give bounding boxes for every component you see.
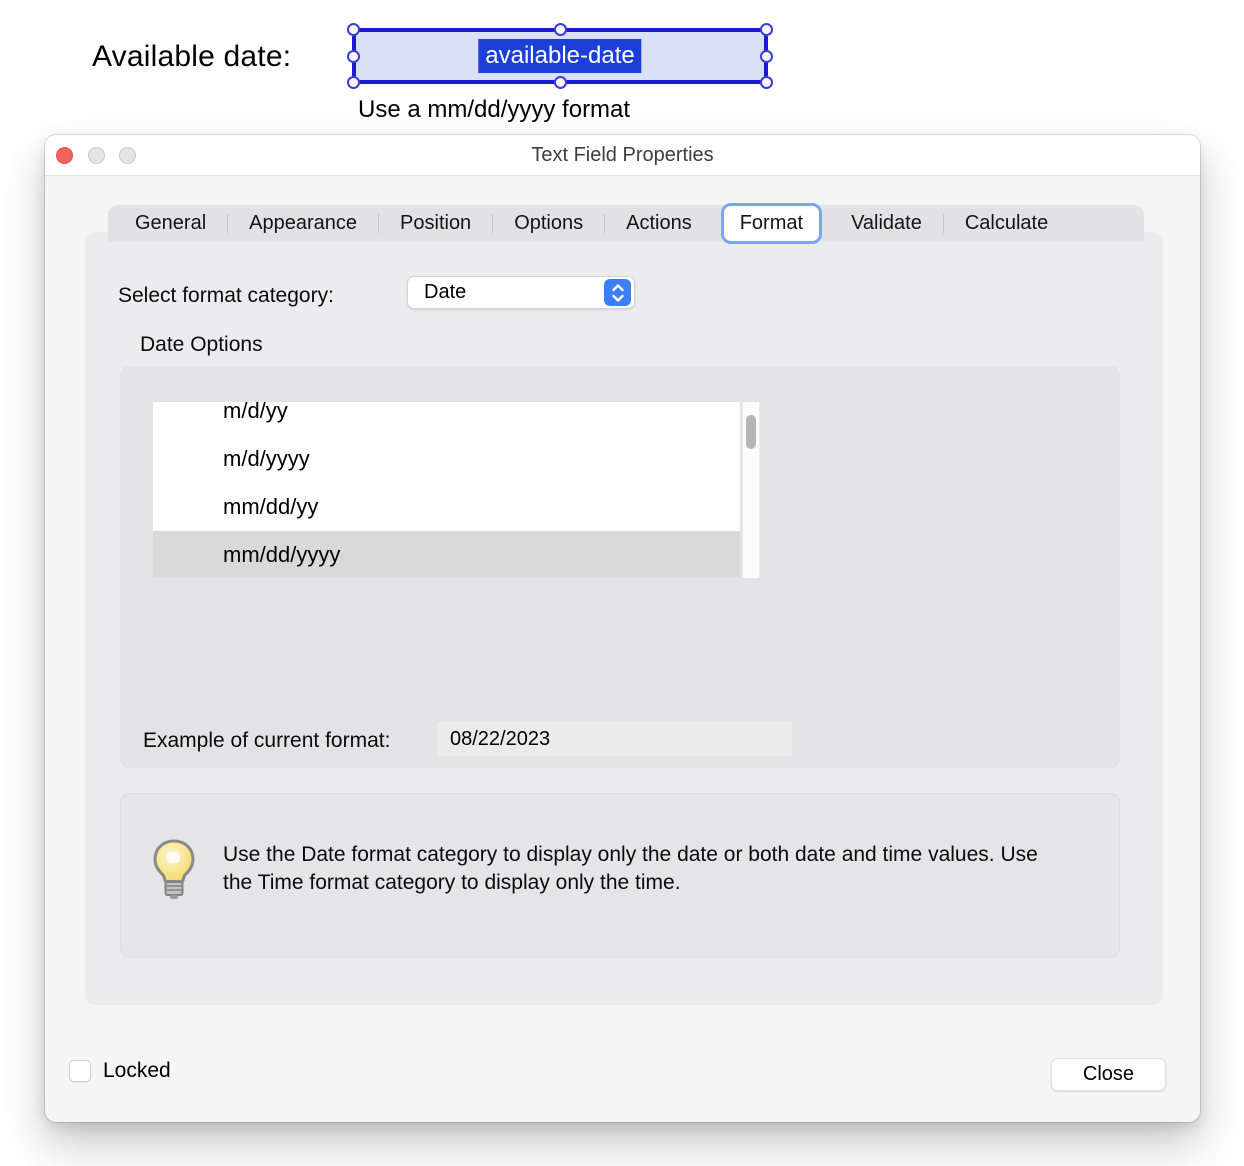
tab-position[interactable]: Position: [379, 205, 492, 242]
date-options-title: Date Options: [140, 333, 263, 357]
pdf-form-field[interactable]: available-date: [352, 28, 768, 84]
example-format-value: 08/22/2023: [437, 728, 550, 751]
selection-handle[interactable]: [760, 76, 773, 89]
example-format-label: Example of current format:: [143, 729, 390, 753]
dialog-titlebar[interactable]: Text Field Properties: [45, 135, 1200, 176]
info-text: Use the Date format category to display …: [223, 841, 1053, 897]
selection-handle[interactable]: [347, 23, 360, 36]
selection-handle[interactable]: [554, 76, 567, 89]
list-item-selected[interactable]: mm/dd/yyyy: [153, 531, 740, 578]
pdf-field-hint: Use a mm/dd/yyyy format: [358, 96, 630, 124]
dialog-title: Text Field Properties: [45, 135, 1200, 176]
selection-handle[interactable]: [347, 76, 360, 89]
list-item[interactable]: m/d/yyyy: [153, 435, 740, 483]
info-box: Use the Date format category to display …: [120, 793, 1120, 958]
example-format-field: 08/22/2023: [437, 722, 792, 756]
list-item[interactable]: mm/dd/yy: [153, 483, 740, 531]
tab-validate[interactable]: Validate: [830, 205, 943, 242]
format-category-value: Date: [408, 281, 604, 304]
tab-format[interactable]: Format: [721, 203, 822, 244]
pdf-field-label: Available date:: [92, 40, 291, 74]
date-format-list[interactable]: m/d/yy m/d/yyyy mm/dd/yy mm/dd/yyyy: [153, 402, 740, 578]
tab-options[interactable]: Options: [493, 205, 604, 242]
selection-handle[interactable]: [760, 50, 773, 63]
format-category-label: Select format category:: [118, 284, 334, 308]
close-button[interactable]: Close: [1051, 1058, 1166, 1091]
scrollbar-thumb[interactable]: [746, 415, 756, 449]
date-options-group: m/d/yy m/d/yyyy mm/dd/yy mm/dd/yyyy Exam…: [120, 366, 1120, 768]
format-tab-panel: Select format category: Date Date Option…: [85, 232, 1163, 1005]
selection-handle[interactable]: [347, 50, 360, 63]
list-scrollbar[interactable]: [742, 402, 760, 578]
locked-label: Locked: [103, 1059, 171, 1083]
tab-calculate[interactable]: Calculate: [944, 205, 1069, 242]
lightbulb-icon: [151, 838, 197, 909]
text-field-properties-dialog: Text Field Properties Select format cate…: [45, 135, 1200, 1122]
selection-handle[interactable]: [760, 23, 773, 36]
tab-general[interactable]: General: [114, 205, 227, 242]
tab-actions[interactable]: Actions: [605, 205, 713, 242]
field-name-selected-text[interactable]: available-date: [478, 39, 641, 73]
selection-handle[interactable]: [554, 23, 567, 36]
list-item[interactable]: m/d/yy: [153, 402, 740, 435]
locked-checkbox[interactable]: [69, 1060, 91, 1082]
popup-stepper-icon: [604, 279, 631, 306]
format-category-select[interactable]: Date: [407, 276, 635, 309]
tab-appearance[interactable]: Appearance: [228, 205, 378, 242]
properties-tabbar: General Appearance Position Options Acti…: [108, 205, 1144, 242]
